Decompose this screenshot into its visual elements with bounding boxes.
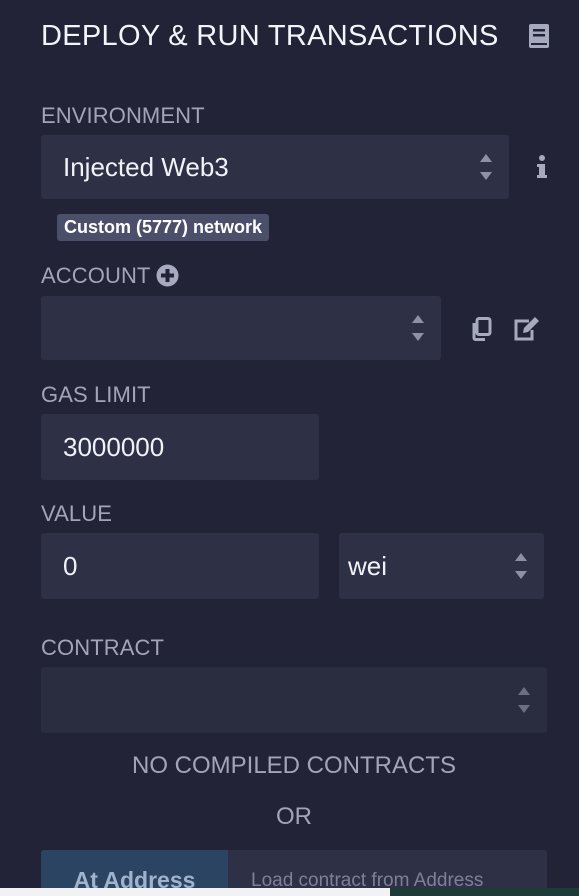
value-amount: 0 (63, 550, 78, 581)
value-label: VALUE (41, 501, 113, 526)
select-arrows-icon (514, 553, 528, 579)
no-compiled-contracts-message: NO COMPILED CONTRACTS (131, 752, 457, 779)
deploy-run-panel: DEPLOY & RUN TRANSACTIONS ENVIRONMENT In… (0, 0, 579, 896)
gas-limit-label: GAS LIMIT (41, 382, 151, 407)
account-label: ACCOUNT (41, 263, 151, 288)
panel-title: DEPLOY & RUN TRANSACTIONS (41, 19, 499, 52)
gas-limit-input[interactable]: 3000000 (41, 414, 319, 480)
contract-select[interactable] (41, 667, 547, 733)
gas-limit-value: 3000000 (63, 431, 165, 462)
bottom-strip-accent (390, 888, 579, 896)
select-arrows-icon (517, 687, 531, 713)
environment-selected-value: Injected Web3 (63, 151, 229, 182)
environment-label: ENVIRONMENT (41, 103, 205, 128)
plus-circle-icon[interactable] (155, 263, 179, 287)
bottom-strip (0, 888, 390, 896)
value-unit: wei (348, 550, 388, 581)
contract-label: CONTRACT (41, 635, 165, 660)
or-divider: OR (276, 803, 312, 830)
info-icon[interactable] (532, 152, 552, 182)
network-badge: Custom (5777) network (57, 214, 270, 241)
select-arrows-icon (479, 154, 493, 180)
copy-icon[interactable] (469, 316, 493, 342)
value-unit-select[interactable]: wei (339, 533, 544, 599)
environment-select[interactable]: Injected Web3 (41, 135, 509, 199)
edit-icon[interactable] (513, 316, 541, 342)
account-select[interactable] (41, 296, 441, 360)
book-icon[interactable] (527, 22, 551, 50)
panel-header: DEPLOY & RUN TRANSACTIONS (41, 14, 551, 58)
select-arrows-icon (411, 315, 425, 341)
value-amount-input[interactable]: 0 (41, 533, 319, 599)
